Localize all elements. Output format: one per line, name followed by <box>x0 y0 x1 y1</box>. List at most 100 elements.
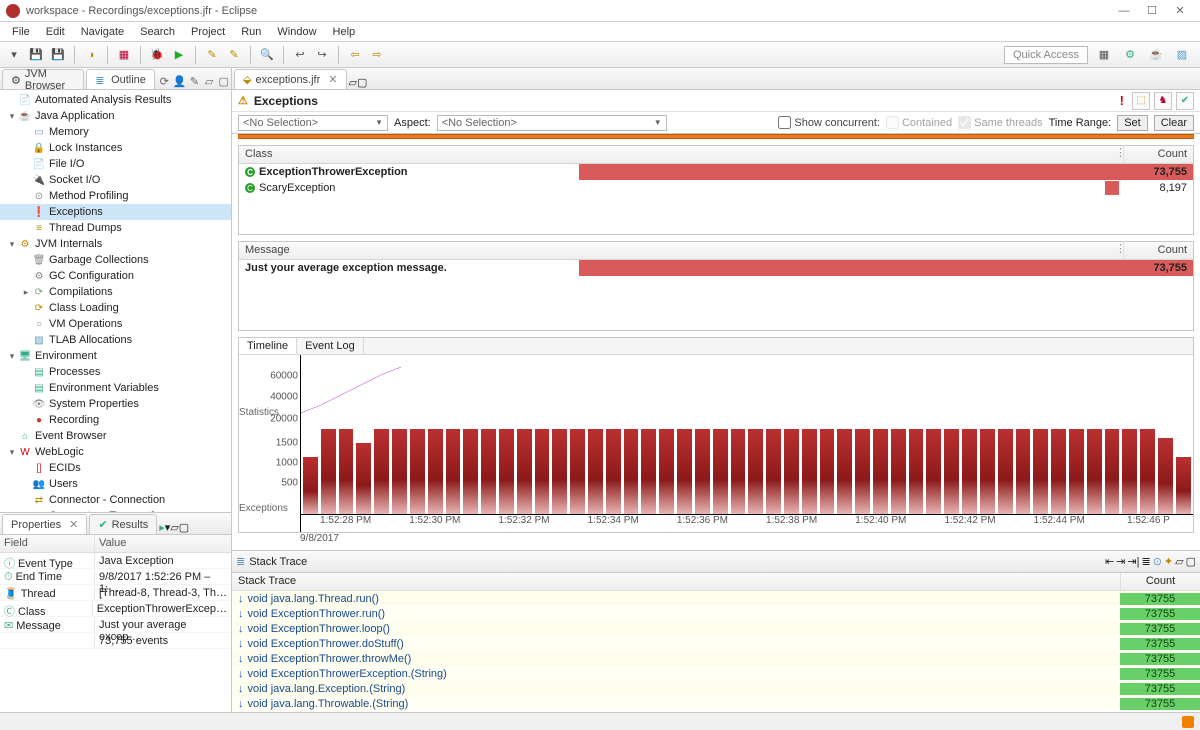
tree-item[interactable]: ▸▧TLAB Allocations <box>0 332 231 348</box>
column-grip-icon[interactable]: ⋮ <box>1115 242 1123 259</box>
table-row[interactable]: Just your average exception message.73,7… <box>239 260 1193 276</box>
perspective-button[interactable]: ▨ <box>1172 45 1192 65</box>
stack-button[interactable]: ≣ <box>1141 555 1150 568</box>
tree-item[interactable]: ▸👁System Properties <box>0 396 231 412</box>
table-row[interactable]: CExceptionThrowerException73,755 <box>239 164 1193 180</box>
save-all-button[interactable]: 💾 <box>48 45 68 65</box>
close-icon[interactable]: ✕ <box>328 73 337 86</box>
view-menu-button[interactable]: ⟳ <box>158 73 171 89</box>
minimize-view-button[interactable]: ▱ <box>170 521 178 534</box>
props-row[interactable]: ✉MessageJust your average excep… <box>0 617 231 633</box>
stack-row[interactable]: ↓void ExceptionThrower.throwMe()73755 <box>232 651 1200 666</box>
stack-row[interactable]: ↓void ExceptionThrower.run()73755 <box>232 606 1200 621</box>
twisty-icon[interactable]: ▾ <box>6 447 18 458</box>
toolbar-button[interactable]: ✎ <box>202 45 222 65</box>
toolbar-button[interactable]: ◑ <box>81 45 101 65</box>
menu-window[interactable]: Window <box>269 24 324 40</box>
message-table[interactable]: Message ⋮ Count Just your average except… <box>238 241 1194 331</box>
stack-button[interactable]: ⇥ <box>1116 555 1125 568</box>
tree-item[interactable]: ▸⇄Connector - Connection <box>0 492 231 508</box>
set-button[interactable]: Set <box>1117 115 1148 131</box>
outline-tree[interactable]: ▸📄Automated Analysis Results▾☕Java Appli… <box>0 90 231 512</box>
contained-checkbox[interactable]: Contained <box>886 116 952 129</box>
tree-item[interactable]: ▸⟳Compilations <box>0 284 231 300</box>
timeline-chart[interactable]: Timeline Event Log Statistics Exceptions… <box>238 337 1194 533</box>
toolbar-button[interactable]: ↪ <box>312 45 332 65</box>
tree-item[interactable]: ▸👥Users <box>0 476 231 492</box>
twisty-icon[interactable]: ▸ <box>20 287 32 298</box>
menu-edit[interactable]: Edit <box>38 24 73 40</box>
tree-item[interactable]: ▸🔌Socket I/O <box>0 172 231 188</box>
aspect-select[interactable]: <No Selection>▼ <box>437 115 667 131</box>
show-concurrent-checkbox[interactable]: Show concurrent: <box>778 116 880 129</box>
header-button[interactable]: ⬚ <box>1132 92 1150 110</box>
header-button[interactable]: ✔ <box>1176 92 1194 110</box>
twisty-icon[interactable]: ▾ <box>6 111 18 122</box>
toolbar-button[interactable]: ▦ <box>114 45 134 65</box>
stack-row[interactable]: ↓void ExceptionThrower.doStuff()73755 <box>232 636 1200 651</box>
close-button[interactable]: ✕ <box>1166 4 1194 17</box>
tree-item[interactable]: ▸▤Environment Variables <box>0 380 231 396</box>
maximize-button[interactable]: ☐ <box>1138 4 1166 17</box>
quick-access[interactable]: Quick Access <box>1004 46 1088 64</box>
back-button[interactable]: ⇦ <box>345 45 365 65</box>
stack-button[interactable]: ⇥| <box>1127 555 1139 568</box>
perspective-button[interactable]: ▦ <box>1094 45 1114 65</box>
tree-item[interactable]: ▾WWebLogic <box>0 444 231 460</box>
column-grip-icon[interactable]: ⋮ <box>1115 146 1123 163</box>
maximize-view-button[interactable]: ▢ <box>179 521 189 534</box>
maximize-view-button[interactable]: ▢ <box>217 73 230 89</box>
twisty-icon[interactable]: ▾ <box>6 239 18 250</box>
minimize-view-button[interactable]: ▱ <box>203 73 216 89</box>
tab-results[interactable]: ✔ Results <box>89 514 157 534</box>
filter-select[interactable]: <No Selection>▼ <box>238 115 388 131</box>
menu-search[interactable]: Search <box>132 24 183 40</box>
class-table[interactable]: Class ⋮ Count CExceptionThrowerException… <box>238 145 1194 235</box>
stack-row[interactable]: ↓void ExceptionThrower.loop()73755 <box>232 621 1200 636</box>
props-row[interactable]: ⏱End Time9/8/2017 1:52:26 PM – 1:… <box>0 569 231 585</box>
view-menu-button[interactable]: ✎ <box>188 73 201 89</box>
menu-run[interactable]: Run <box>233 24 269 40</box>
tree-item[interactable]: ▸▭Memory <box>0 124 231 140</box>
tab-jvm-browser[interactable]: ⚙ JVM Browser <box>2 69 84 89</box>
view-menu-button[interactable]: 👤 <box>173 73 187 89</box>
perspective-button[interactable]: ⚙ <box>1120 45 1140 65</box>
tree-item[interactable]: ▸[]ECIDs <box>0 460 231 476</box>
close-icon[interactable]: ✕ <box>69 518 78 531</box>
search-button[interactable]: 🔍 <box>257 45 277 65</box>
tree-item[interactable]: ▸▤Processes <box>0 364 231 380</box>
stack-row[interactable]: ↓void ExceptionThrowerException.(String)… <box>232 666 1200 681</box>
save-button[interactable]: 💾 <box>26 45 46 65</box>
toolbar-button[interactable]: ✎ <box>224 45 244 65</box>
tab-exceptions-jfr[interactable]: ⬙ exceptions.jfr ✕ <box>234 69 347 89</box>
tree-item[interactable]: ▾⚙JVM Internals <box>0 236 231 252</box>
twisty-icon[interactable]: ▾ <box>6 351 18 362</box>
tree-item[interactable]: ▸⊙Method Profiling <box>0 188 231 204</box>
tree-item[interactable]: ▸🗑Garbage Collections <box>0 252 231 268</box>
perspective-button[interactable]: ☕ <box>1146 45 1166 65</box>
menu-project[interactable]: Project <box>183 24 233 40</box>
props-row[interactable]: ⒸClassExceptionThrowerExcep… <box>0 601 231 617</box>
stack-row[interactable]: ↓void java.lang.Throwable.(String)73755 <box>232 696 1200 711</box>
tree-item[interactable]: ▸⌂Event Browser <box>0 428 231 444</box>
header-button[interactable]: ♞ <box>1154 92 1172 110</box>
stack-button[interactable]: ⊙ <box>1153 555 1162 568</box>
maximize-editor-button[interactable]: ▢ <box>357 76 367 89</box>
menu-navigate[interactable]: Navigate <box>73 24 132 40</box>
tree-item[interactable]: ▸≡Thread Dumps <box>0 220 231 236</box>
table-row[interactable]: CScaryException8,197 <box>239 180 1193 196</box>
tab-outline[interactable]: ≣ Outline <box>86 69 155 89</box>
tree-item[interactable]: ▸●Recording <box>0 412 231 428</box>
tree-item[interactable]: ▾🖥Environment <box>0 348 231 364</box>
tree-item[interactable]: ▾☕Java Application <box>0 108 231 124</box>
run-button[interactable]: ▶ <box>169 45 189 65</box>
tab-timeline[interactable]: Timeline <box>239 338 297 354</box>
tree-item[interactable]: ▸⚙GC Configuration <box>0 268 231 284</box>
props-row[interactable]: ⓘEvent TypeJava Exception <box>0 553 231 569</box>
debug-button[interactable]: 🐞 <box>147 45 167 65</box>
tree-item[interactable]: ▸⟳Class Loading <box>0 300 231 316</box>
maximize-view-button[interactable]: ▢ <box>1186 555 1196 568</box>
tab-properties[interactable]: Properties ✕ <box>2 514 87 534</box>
minimize-editor-button[interactable]: ▱ <box>349 76 357 89</box>
minimize-button[interactable]: ― <box>1110 5 1138 17</box>
